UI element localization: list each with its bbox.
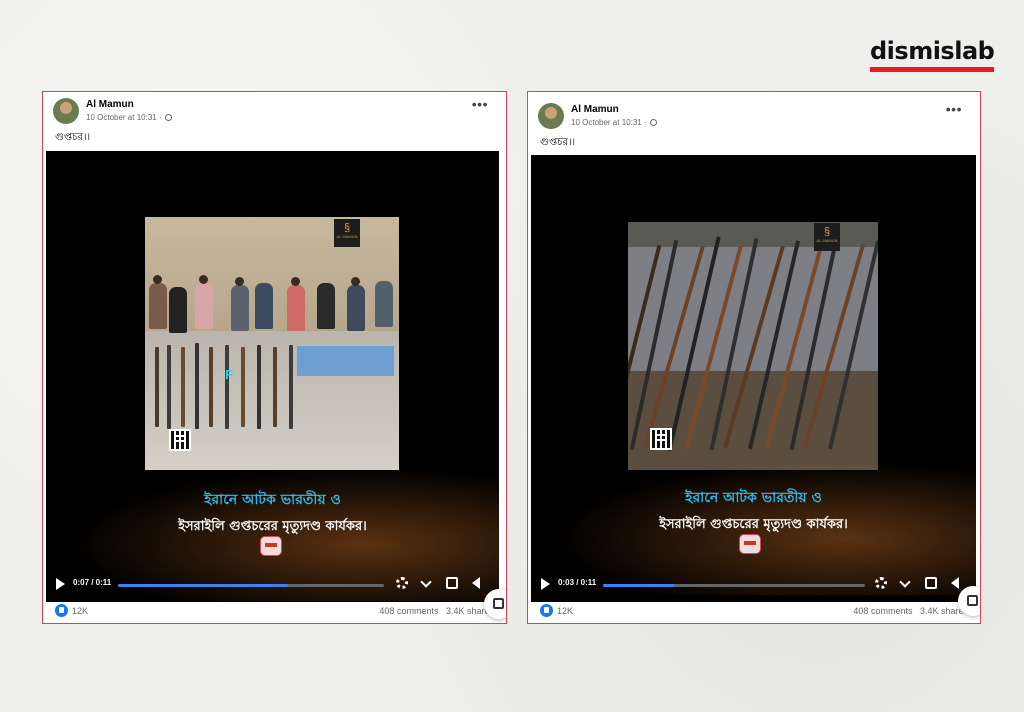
rifle — [257, 345, 261, 429]
volume-icon[interactable] — [951, 577, 959, 589]
rifle — [225, 345, 229, 429]
comment-count[interactable]: 408 comments — [853, 606, 912, 616]
video-controls: 0:07 / 0:11 — [46, 574, 499, 594]
pip-icon[interactable] — [446, 577, 458, 589]
post-caption: গুপ্তচর।। — [55, 132, 91, 143]
edit-button[interactable] — [484, 589, 506, 619]
brand-logo: dismislab — [870, 37, 995, 72]
rifle — [167, 345, 171, 429]
video-headline: ইরানে আটক ভারতীয় ও ইসরাইলি গুপ্তচরের মৃ… — [531, 486, 976, 536]
volume-icon[interactable] — [472, 577, 480, 589]
video-controls: 0:03 / 0:11 — [531, 574, 976, 594]
person-head — [199, 275, 208, 284]
badge-text: AL MAMUN — [336, 234, 358, 239]
settings-gear-icon[interactable] — [875, 577, 887, 589]
brand-underline — [870, 67, 994, 72]
qr-code — [169, 429, 191, 451]
play-icon[interactable] — [56, 578, 65, 590]
qr-code — [650, 428, 672, 450]
expand-icon[interactable] — [899, 576, 911, 588]
rifle — [181, 347, 185, 427]
progress-bar[interactable] — [603, 584, 865, 587]
facebook-post-right: Al Mamun 10 October at 10:31 · ••• গুপ্ত… — [527, 91, 981, 624]
post-header: Al Mamun 10 October at 10:31 · ••• — [538, 101, 970, 139]
video-frame: § AL MAMUN — [628, 222, 878, 470]
edit-icon — [493, 598, 504, 609]
post-caption: গুপ্তচর।। — [540, 137, 576, 148]
post-stats: 408 comments 3.4K shares — [853, 606, 968, 616]
person — [149, 283, 167, 329]
author-name[interactable]: Al Mamun — [86, 99, 134, 110]
headline-line-1: ইরানে আটক ভারতীয় ও — [204, 492, 341, 508]
person — [195, 283, 213, 329]
video-player[interactable]: § AL MAMUN F ইরানে আটক ভারতীয় ও ইসরাইলি … — [46, 151, 499, 602]
progress-fill — [118, 584, 289, 587]
post-meta: 10 October at 10:31 · — [86, 113, 172, 122]
sticker-icon — [739, 534, 761, 554]
person-head — [153, 275, 162, 284]
video-frame: § AL MAMUN F — [145, 217, 399, 470]
author-name[interactable]: Al Mamun — [571, 104, 619, 115]
like-reaction-icon[interactable] — [55, 604, 68, 617]
video-headline: ইরানে আটক ভারতীয় ও ইসরাইলি গুপ্তচরের মৃ… — [46, 488, 499, 538]
headline-line-2: ইসরাইলি গুপ্তচরের মৃত্যুদণ্ড কার্যকর। — [178, 519, 367, 534]
post-header: Al Mamun 10 October at 10:31 · ••• — [53, 96, 496, 134]
facebook-post-left: Al Mamun 10 October at 10:31 · ••• গুপ্ত… — [42, 91, 507, 624]
expand-icon[interactable] — [420, 576, 432, 588]
rifle — [195, 343, 199, 429]
pip-icon[interactable] — [925, 577, 937, 589]
post-timestamp[interactable]: 10 October at 10:31 · — [571, 118, 647, 127]
edit-icon — [967, 595, 978, 606]
rifle — [273, 347, 277, 427]
progress-fill — [603, 584, 674, 587]
watermark-letter: F — [225, 367, 233, 382]
reaction-count[interactable]: 12K — [557, 606, 573, 616]
person — [255, 283, 273, 329]
video-time: 0:03 / 0:11 — [558, 578, 597, 587]
globe-icon — [164, 114, 172, 121]
more-options-icon[interactable]: ••• — [946, 101, 962, 117]
person-head — [351, 277, 360, 286]
person — [287, 285, 305, 331]
rifle — [289, 345, 293, 429]
post-stats: 408 comments 3.4K shares — [379, 606, 494, 616]
avatar[interactable] — [538, 103, 564, 129]
post-timestamp[interactable]: 10 October at 10:31 · — [86, 113, 162, 122]
post-footer: 12K 408 comments 3.4K shares — [43, 601, 506, 623]
like-reaction-icon[interactable] — [540, 604, 553, 617]
channel-badge: § AL MAMUN — [334, 219, 360, 247]
edit-button[interactable] — [958, 586, 980, 616]
person — [347, 285, 365, 331]
rifle — [209, 347, 213, 427]
person-head — [235, 277, 244, 286]
settings-gear-icon[interactable] — [396, 577, 408, 589]
video-player[interactable]: § AL MAMUN ইরানে আটক ভারতীয় ও ইসরাইলি গু… — [531, 155, 976, 602]
person — [375, 281, 393, 327]
headline-line-2: ইসরাইলি গুপ্তচরের মৃত্যুদণ্ড কার্যকর। — [659, 517, 848, 532]
blue-table — [297, 346, 394, 377]
more-options-icon[interactable]: ••• — [472, 96, 488, 112]
video-time: 0:07 / 0:11 — [73, 578, 112, 587]
sticker-icon — [260, 536, 282, 556]
comment-count[interactable]: 408 comments — [379, 606, 438, 616]
rifle — [241, 347, 245, 427]
avatar[interactable] — [53, 98, 79, 124]
person — [231, 285, 249, 331]
channel-badge: § AL MAMUN — [814, 223, 840, 251]
brand-name: dismislab — [870, 37, 995, 65]
progress-bar[interactable] — [118, 584, 384, 587]
person — [317, 283, 335, 329]
badge-text: AL MAMUN — [816, 238, 838, 243]
post-meta: 10 October at 10:31 · — [571, 118, 657, 127]
reaction-count[interactable]: 12K — [72, 606, 88, 616]
headline-line-1: ইরানে আটক ভারতীয় ও — [685, 490, 822, 506]
play-icon[interactable] — [541, 578, 550, 590]
person-head — [291, 277, 300, 286]
post-footer: 12K 408 comments 3.4K shares — [528, 601, 980, 623]
person — [169, 287, 187, 333]
rifle — [155, 347, 159, 427]
globe-icon — [649, 119, 657, 126]
